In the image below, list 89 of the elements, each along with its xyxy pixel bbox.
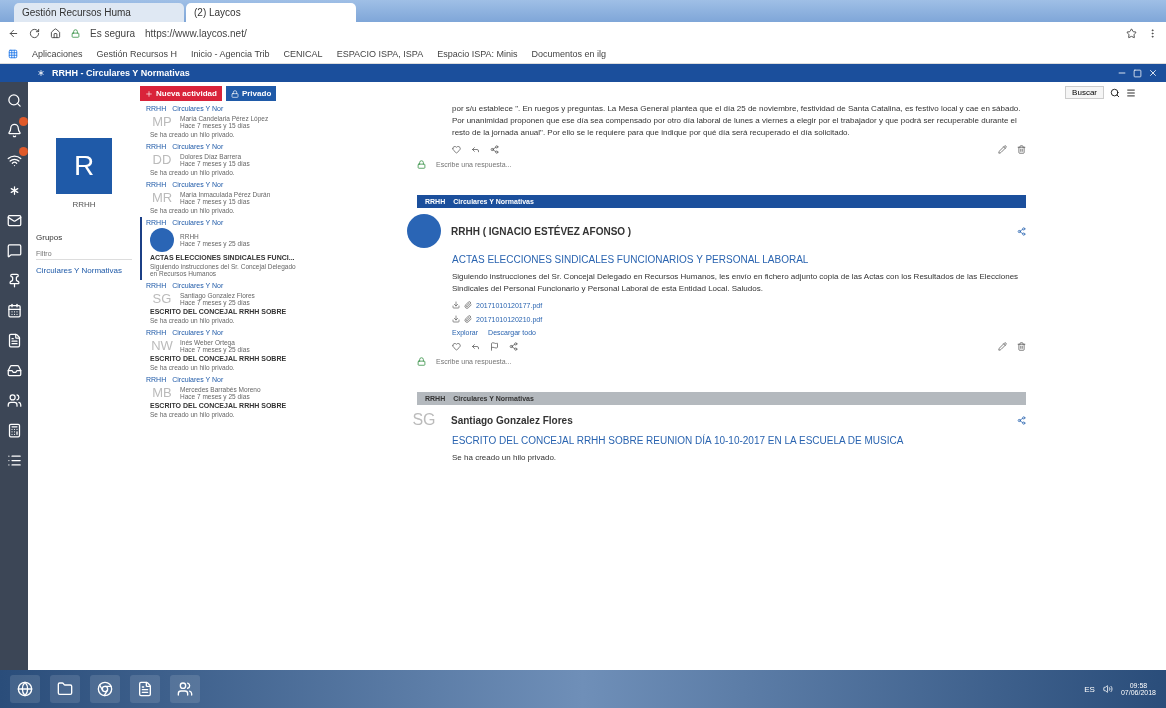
lock-icon: [230, 89, 239, 98]
bell-icon: [6, 122, 22, 138]
avatar-circle: [407, 214, 441, 248]
back-icon[interactable]: [8, 27, 19, 39]
chat-icon: [6, 242, 22, 258]
browser-tab[interactable]: Gestión Recursos Huma: [14, 3, 184, 22]
menu-icon[interactable]: [1126, 87, 1136, 98]
group-avatar: R: [56, 138, 112, 194]
document-icon: [6, 332, 22, 348]
bookmark-link[interactable]: CENICAL: [283, 48, 323, 59]
download-icon[interactable]: [452, 301, 460, 309]
calculator-icon: [6, 422, 22, 438]
folder-icon: [57, 681, 73, 697]
lock-icon: [71, 28, 80, 38]
language-indicator[interactable]: ES: [1084, 684, 1095, 694]
list-icon: [6, 452, 22, 468]
bookmark-link[interactable]: Inicio - Agencia Trib: [191, 48, 270, 59]
lock-icon: [417, 357, 426, 366]
restore-icon[interactable]: [1133, 68, 1142, 78]
pin-icon: [6, 272, 22, 288]
flag-icon[interactable]: [490, 342, 499, 351]
search-icon[interactable]: [1110, 87, 1120, 98]
asterisk-icon: [36, 68, 46, 78]
private-button[interactable]: Privado: [225, 86, 277, 101]
taskbar-app[interactable]: [170, 675, 200, 703]
search-icon: [6, 92, 22, 108]
taskbar-app[interactable]: [130, 675, 160, 703]
users-icon: [6, 392, 22, 408]
url-text[interactable]: https://www.laycos.net/: [145, 27, 247, 39]
post-text: Siguiendo instrucciones del Sr. Concejal Delegado en Recursos Humanos, les envío en fichero adjunto copia de las Actas con los Resultados de las Elecciones Sindicales del Personal Funcionario y Personal Laboral de esta Entidad Local. Saludos.: [452, 271, 1020, 295]
home-icon[interactable]: [50, 27, 61, 39]
post-text: por s/u establece ". En ruegos y preguntas. La Mesa General plantea que el día 25 de noviembre, festividad de Santa Catalina, es festivo local y cae en sábado. Por unanimidad proponen que ese día sea compensado por otro día laboral de lunes a viernes a elegir por el trabajador y que podrá ser recuperable durante el resto de la jornada anual". Por ello se le requiere para que indique por qué día será recuperado el día solicitado.: [452, 103, 1022, 139]
initials-avatar: MB: [151, 385, 173, 400]
profile-name: RRHH: [72, 200, 96, 209]
browser-icon: [97, 681, 113, 697]
initials-avatar: MR: [150, 190, 174, 205]
mail-icon: [6, 212, 22, 228]
download-icon[interactable]: [452, 315, 460, 323]
new-activity-button[interactable]: Nueva actividad: [140, 86, 222, 101]
share-icon[interactable]: [509, 342, 518, 351]
bookmark-link[interactable]: Espacio ISPA: Minis: [437, 48, 518, 59]
secure-label: Es segura: [90, 27, 136, 39]
initials-avatar: NW: [150, 338, 174, 353]
heart-icon[interactable]: [452, 342, 461, 351]
close-icon[interactable]: [1148, 68, 1158, 78]
browser-tab[interactable]: (2) Laycos: [186, 3, 356, 22]
author-name: RRHH ( IGNACIO ESTÉVEZ AFONSO ): [451, 225, 633, 237]
initials-avatar: SG: [411, 411, 437, 429]
taskbar-app[interactable]: [90, 675, 120, 703]
globe-icon: [17, 681, 33, 697]
share-icon[interactable]: [1017, 415, 1026, 425]
document-icon: [137, 681, 153, 697]
author-name: Santiago Gonzalez Flores: [451, 414, 574, 426]
inbox-icon: [6, 362, 22, 378]
bookmark-link[interactable]: ESPACIO ISPA, ISPA: [336, 48, 424, 59]
volume-icon[interactable]: [1102, 684, 1113, 694]
delete-icon[interactable]: [1017, 145, 1026, 154]
post-text: Se ha creado un hilo privado.: [452, 452, 558, 464]
delete-icon[interactable]: [1017, 342, 1026, 351]
calendar-icon: [6, 302, 22, 318]
bookmark-link[interactable]: Aplicaciones: [32, 48, 83, 59]
taskbar-app[interactable]: [50, 675, 80, 703]
signal-icon: [6, 152, 22, 168]
group-link[interactable]: Circulares Y Normativas: [36, 266, 122, 275]
alert-badge: [19, 117, 28, 126]
users-icon: [177, 681, 193, 697]
share-icon[interactable]: [490, 145, 499, 154]
lock-icon: [417, 160, 426, 169]
groups-heading: Grupos: [36, 233, 63, 242]
initials-avatar: SG: [151, 291, 173, 306]
share-icon[interactable]: [1017, 226, 1026, 236]
bookmark-link[interactable]: Documentos en ilg: [531, 48, 607, 59]
avatar-circle: [150, 228, 174, 252]
reply-icon[interactable]: [471, 145, 480, 154]
post-title[interactable]: ESCRITO DEL CONCEJAL RRHH SOBRE REUNION DÍA 10-10-2017 EN LA ESCUELA DE MUSICA: [452, 435, 1026, 446]
initials-avatar: MP: [151, 114, 173, 129]
post-title[interactable]: ACTAS ELECCIONES SINDICALES FUNCIONARIOS Y PERSONAL LABORAL: [452, 254, 1026, 265]
apps-icon: [8, 48, 18, 59]
reply-icon[interactable]: [471, 342, 480, 351]
plus-icon: [145, 89, 153, 98]
search-button[interactable]: Buscar: [1065, 86, 1104, 99]
star-icon[interactable]: [1126, 27, 1137, 39]
reload-icon[interactable]: [29, 27, 40, 39]
app-title: RRHH - Circulares Y Normativas: [52, 68, 190, 78]
alert-badge: [19, 147, 28, 156]
heart-icon[interactable]: [452, 145, 461, 154]
initials-avatar: DD: [151, 152, 173, 167]
bookmark-link[interactable]: Gestión Recursos H: [96, 48, 178, 59]
start-button[interactable]: [10, 675, 40, 703]
